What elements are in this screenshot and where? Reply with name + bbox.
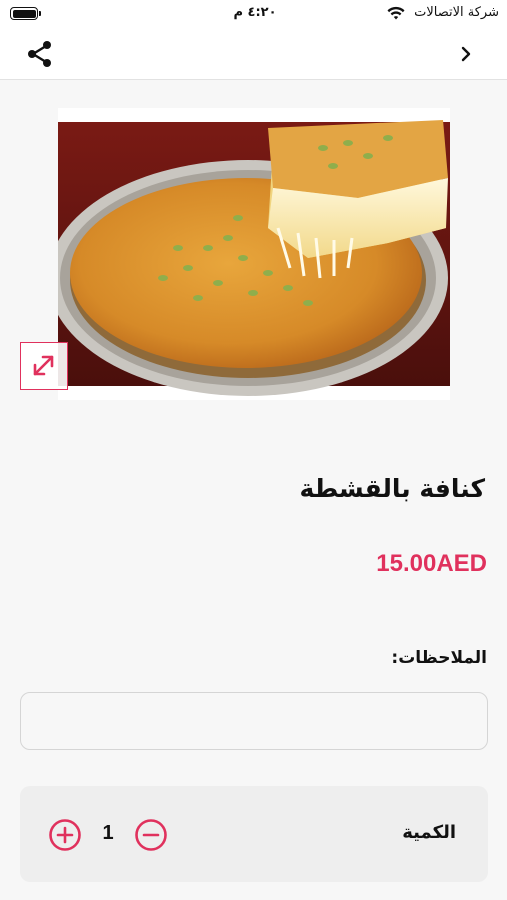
nav-bar (0, 28, 507, 80)
notes-label: الملاحظات: (391, 648, 487, 668)
share-icon[interactable] (24, 38, 56, 70)
product-image (58, 108, 450, 400)
status-time: ٤:٢٠ م (233, 5, 277, 20)
product-title: كنافة بالقشطة (299, 474, 485, 503)
quantity-value: 1 (102, 822, 114, 844)
notes-input[interactable] (20, 692, 488, 750)
status-bar: ٤:٢٠ م شركة الاتصالات (0, 0, 507, 28)
quantity-label: الكمية (402, 822, 456, 843)
wifi-icon (387, 6, 405, 20)
expand-arrows-icon[interactable] (20, 342, 68, 390)
chevron-right-icon[interactable] (455, 40, 477, 68)
quantity-stepper: 1 الكمية (20, 786, 488, 882)
carrier-name: شركة الاتصالات (414, 5, 499, 20)
battery-icon (10, 7, 41, 20)
plus-circle-icon[interactable] (48, 818, 82, 852)
minus-circle-icon[interactable] (134, 818, 168, 852)
product-price: 15.00AED (376, 550, 487, 577)
